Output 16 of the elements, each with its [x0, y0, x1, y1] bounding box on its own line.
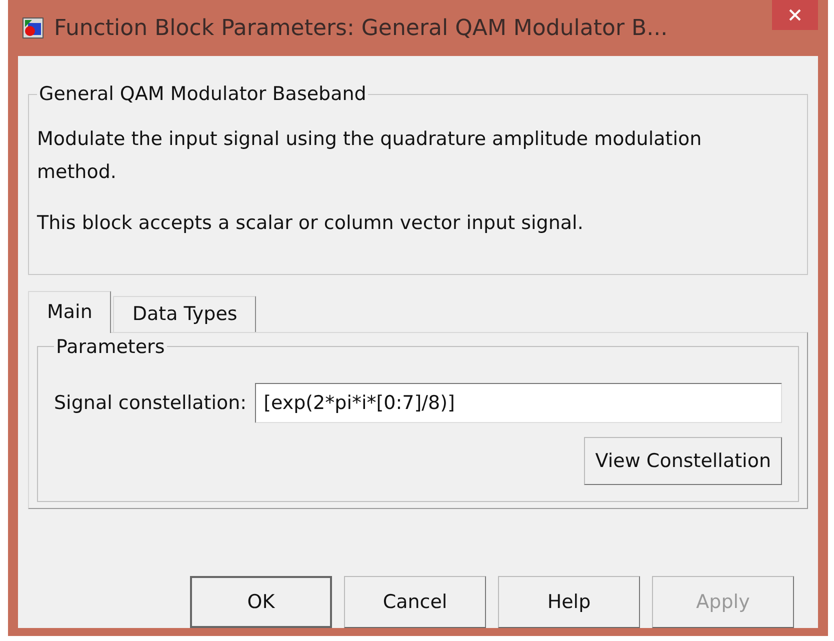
- close-button[interactable]: [772, 0, 818, 30]
- group-title: General QAM Modulator Baseband: [38, 82, 368, 107]
- close-icon: [789, 9, 801, 21]
- description-text: This block accepts a scalar or column vector input signal.: [37, 210, 584, 236]
- view-constellation-button[interactable]: View Constellation: [584, 437, 782, 485]
- field-label: Signal constellation:: [54, 390, 247, 416]
- tab[interactable]: Main: [28, 290, 112, 332]
- window-title: Function Block Parameters: General QAM Modulator B...: [54, 14, 669, 42]
- dialog-button[interactable]: Help: [498, 576, 640, 628]
- dialog-button[interactable]: Cancel: [344, 576, 486, 628]
- block-icon: [22, 17, 44, 39]
- group-title: Parameters: [55, 334, 166, 360]
- tab[interactable]: Data Types: [113, 296, 256, 332]
- description-text: Modulate the input signal using the quadrature amplitude modulation method.: [37, 126, 703, 184]
- dialog-button[interactable]: OK: [190, 576, 332, 628]
- constellation-field[interactable]: [exp(2*pi*i*[0:7]/8)]: [254, 383, 782, 423]
